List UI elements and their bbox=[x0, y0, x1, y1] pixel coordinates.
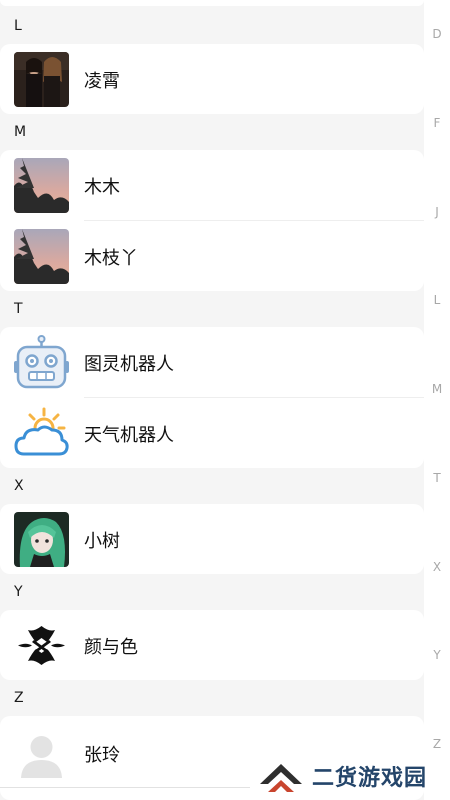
section-header-l: L bbox=[0, 8, 424, 44]
contact-row-weather-robot[interactable]: 天气机器人 bbox=[0, 398, 424, 469]
robot-icon bbox=[14, 335, 69, 389]
alphabet-index-bar[interactable]: D F J L M T X Y Z bbox=[424, 0, 450, 800]
index-letter-f[interactable]: F bbox=[424, 116, 450, 130]
avatar bbox=[14, 158, 69, 213]
sunset-photo-icon bbox=[14, 158, 69, 213]
avatar bbox=[14, 726, 69, 781]
avatar bbox=[14, 335, 69, 390]
section-header-m: M bbox=[0, 114, 424, 150]
tribal-logo-icon bbox=[18, 626, 65, 665]
contact-row-xiaoshu[interactable]: 小树 bbox=[0, 504, 424, 575]
section-letter: M bbox=[14, 124, 27, 140]
section-card-t: 图灵机器人 天气机器人 bbox=[0, 327, 424, 468]
contact-name: 凌霄 bbox=[84, 70, 120, 92]
section-letter: T bbox=[14, 301, 23, 317]
section-letter: X bbox=[14, 478, 24, 494]
section-letter: Y bbox=[14, 584, 23, 600]
watermark-chevron-icon bbox=[260, 764, 302, 792]
contact-list[interactable]: L 凌霄 M 木木 木枝丫 T 图灵机器人 天气机器人 X 小树 Y 颜与色 Z… bbox=[0, 0, 424, 800]
index-letter-j[interactable]: J bbox=[424, 205, 450, 219]
index-letter-m[interactable]: M bbox=[424, 382, 450, 396]
section-header-z: Z bbox=[0, 680, 424, 716]
contact-row-lingxiao[interactable]: 凌霄 bbox=[0, 44, 424, 115]
tab-bar-edge bbox=[0, 787, 250, 788]
section-letter: L bbox=[14, 18, 22, 34]
section-header-x: X bbox=[0, 468, 424, 504]
contact-row-turing-robot[interactable]: 图灵机器人 bbox=[0, 327, 424, 398]
contact-row-yanyuse[interactable]: 颜与色 bbox=[0, 610, 424, 681]
contact-row-mumu[interactable]: 木木 bbox=[0, 150, 424, 221]
weather-cloud-sun-icon bbox=[14, 407, 69, 456]
section-card-x: 小树 bbox=[0, 504, 424, 574]
contact-name: 张玲 bbox=[84, 744, 120, 766]
avatar bbox=[14, 229, 69, 284]
index-letter-z[interactable]: Z bbox=[424, 737, 450, 751]
contact-name: 图灵机器人 bbox=[84, 353, 174, 375]
section-card-y: 颜与色 bbox=[0, 610, 424, 680]
contact-name: 木木 bbox=[84, 176, 120, 198]
previous-card-edge bbox=[0, 0, 424, 6]
avatar bbox=[14, 618, 69, 673]
index-letter-l[interactable]: L bbox=[424, 293, 450, 307]
avatar bbox=[14, 52, 69, 107]
contact-row-muzhiya[interactable]: 木枝丫 bbox=[0, 221, 424, 292]
photo-avatar-icon bbox=[14, 52, 69, 107]
section-header-y: Y bbox=[0, 574, 424, 610]
index-letter-x[interactable]: X bbox=[424, 560, 450, 574]
contact-name: 小树 bbox=[84, 530, 120, 552]
anime-avatar-icon bbox=[14, 512, 69, 567]
contact-name: 木枝丫 bbox=[84, 247, 138, 269]
avatar bbox=[14, 406, 69, 461]
sunset-photo-icon bbox=[14, 229, 69, 284]
default-person-icon bbox=[14, 726, 69, 781]
section-card-m: 木木 木枝丫 bbox=[0, 150, 424, 291]
index-letter-y[interactable]: Y bbox=[424, 648, 450, 662]
contact-name: 天气机器人 bbox=[84, 424, 174, 446]
index-letter-d[interactable]: D bbox=[424, 27, 450, 41]
watermark-text: 二货游戏园 bbox=[312, 766, 428, 791]
section-letter: Z bbox=[14, 690, 24, 706]
index-letter-t[interactable]: T bbox=[424, 471, 450, 485]
contact-name: 颜与色 bbox=[84, 636, 138, 658]
section-card-l: 凌霄 bbox=[0, 44, 424, 114]
section-header-t: T bbox=[0, 291, 424, 327]
avatar bbox=[14, 512, 69, 567]
watermark: 二货游戏园 bbox=[258, 756, 450, 796]
